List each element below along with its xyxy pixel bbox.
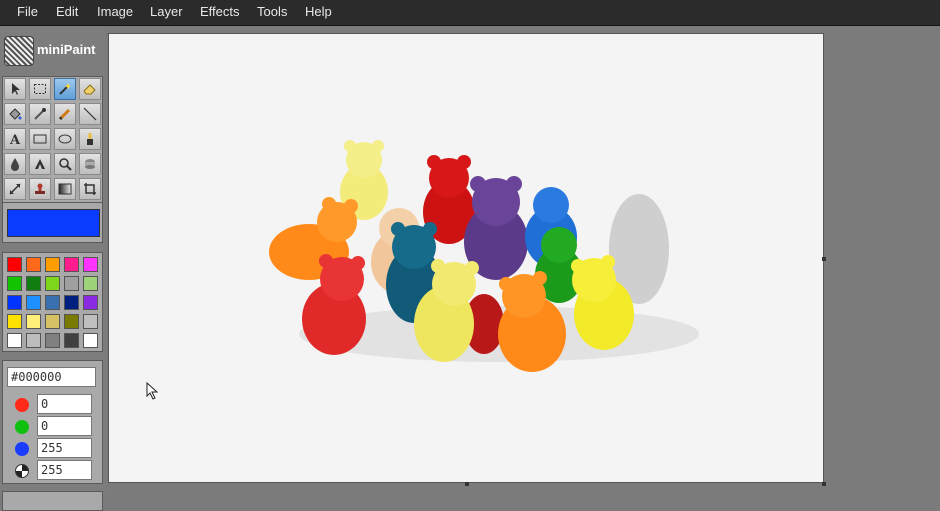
text-tool-button[interactable]: A xyxy=(4,128,26,150)
active-color-swatch[interactable] xyxy=(7,209,100,237)
line-tool-button[interactable] xyxy=(79,103,101,125)
palette-swatch[interactable] xyxy=(26,314,41,329)
eraser-icon xyxy=(83,84,96,95)
canvas-resize-handle-bottom[interactable] xyxy=(465,482,469,486)
menu-effects[interactable]: Effects xyxy=(200,0,240,25)
crop-icon xyxy=(84,183,96,195)
canvas-resize-handle-corner[interactable] xyxy=(822,482,826,486)
brush-tool-button[interactable] xyxy=(79,128,101,150)
palette-swatch[interactable] xyxy=(64,333,79,348)
pencil-icon xyxy=(58,108,71,121)
palette-swatch[interactable] xyxy=(26,257,41,272)
stamp-icon xyxy=(35,183,45,194)
resize-arrows-icon xyxy=(9,183,21,195)
clone-tool-button[interactable] xyxy=(79,153,101,175)
blue-channel-icon xyxy=(15,442,29,456)
palette-swatch[interactable] xyxy=(45,257,60,272)
gradient-icon xyxy=(58,183,72,195)
drop-icon xyxy=(11,158,19,171)
dashed-rectangle-icon xyxy=(34,84,46,94)
palette-swatch[interactable] xyxy=(83,314,98,329)
text-letter-icon: A xyxy=(9,133,21,146)
canvas-resize-handle-right[interactable] xyxy=(822,257,826,261)
brush-icon xyxy=(87,133,93,145)
app-name: miniPaint xyxy=(37,42,96,57)
eraser-tool-button[interactable] xyxy=(79,78,101,100)
green-value-input[interactable] xyxy=(37,416,92,436)
pipette-tool-button[interactable] xyxy=(29,103,51,125)
sharpen-tool-button[interactable] xyxy=(29,153,51,175)
active-color-panel xyxy=(2,202,103,243)
gradient-tool-button[interactable] xyxy=(54,178,76,200)
palette-swatch[interactable] xyxy=(45,276,60,291)
palette-swatch[interactable] xyxy=(83,257,98,272)
drawing-canvas[interactable] xyxy=(108,33,824,483)
blur-tool-button[interactable] xyxy=(4,153,26,175)
menu-bar: File Edit Image Layer Effects Tools Help xyxy=(0,0,940,26)
palette-swatch[interactable] xyxy=(64,314,79,329)
palette-swatch[interactable] xyxy=(64,257,79,272)
palette-swatch[interactable] xyxy=(64,276,79,291)
red-channel-icon xyxy=(15,398,29,412)
magnifier-icon xyxy=(59,158,72,171)
palette-swatch[interactable] xyxy=(45,314,60,329)
palette-swatch[interactable] xyxy=(83,333,98,348)
pipette-icon xyxy=(34,108,46,120)
stamp-tool-button[interactable] xyxy=(29,178,51,200)
pencil-tool-button[interactable] xyxy=(54,103,76,125)
fill-tool-button[interactable] xyxy=(4,103,26,125)
palette-swatch[interactable] xyxy=(83,295,98,310)
green-channel-icon xyxy=(15,420,29,434)
red-value-input[interactable] xyxy=(37,394,92,414)
menu-file[interactable]: File xyxy=(17,0,38,25)
palette-swatch[interactable] xyxy=(64,295,79,310)
palette-swatch[interactable] xyxy=(7,333,22,348)
sidebar: miniPaint A xyxy=(0,26,105,511)
palette-swatch[interactable] xyxy=(7,276,22,291)
mouse-cursor-icon xyxy=(146,382,158,400)
blue-value-input[interactable] xyxy=(37,438,92,458)
menu-layer[interactable]: Layer xyxy=(150,0,183,25)
svg-text:A: A xyxy=(9,133,21,146)
menu-image[interactable]: Image xyxy=(97,0,133,25)
magic-wand-icon xyxy=(59,83,71,95)
menu-edit[interactable]: Edit xyxy=(56,0,78,25)
palette-swatch[interactable] xyxy=(83,276,98,291)
menu-help[interactable]: Help xyxy=(305,0,332,25)
hex-color-input[interactable] xyxy=(7,367,96,387)
rectangle-tool-button[interactable] xyxy=(29,128,51,150)
select-tool-button[interactable] xyxy=(4,78,26,100)
palette-swatch[interactable] xyxy=(26,333,41,348)
app-logo-icon xyxy=(4,36,34,66)
gummy-bears-image xyxy=(269,140,699,372)
sharpen-triangle-icon xyxy=(35,159,45,169)
ellipse-icon xyxy=(58,134,72,144)
palette-swatch[interactable] xyxy=(26,295,41,310)
rectangle-icon xyxy=(33,134,47,144)
magic-wand-tool-button[interactable] xyxy=(54,78,76,100)
clone-stamp-icon xyxy=(85,159,95,169)
cursor-arrow-icon xyxy=(12,83,20,95)
alpha-channel-icon xyxy=(15,464,29,478)
rectangle-select-tool-button[interactable] xyxy=(29,78,51,100)
crop-tool-button[interactable] xyxy=(79,178,101,200)
palette-swatch[interactable] xyxy=(26,276,41,291)
palette-swatch[interactable] xyxy=(7,314,22,329)
color-picker-panel xyxy=(2,360,103,484)
tools-panel: A xyxy=(2,76,103,204)
ellipse-tool-button[interactable] xyxy=(54,128,76,150)
palette-swatch[interactable] xyxy=(7,295,22,310)
line-icon xyxy=(83,107,97,121)
palette-swatch[interactable] xyxy=(45,295,60,310)
paint-bucket-icon xyxy=(9,108,22,120)
zoom-tool-button[interactable] xyxy=(54,153,76,175)
menu-tools[interactable]: Tools xyxy=(257,0,287,25)
palette-panel xyxy=(2,252,103,352)
palette-swatch[interactable] xyxy=(45,333,60,348)
bottom-panel xyxy=(2,491,103,511)
alpha-value-input[interactable] xyxy=(37,460,92,480)
resize-tool-button[interactable] xyxy=(4,178,26,200)
palette-swatch[interactable] xyxy=(7,257,22,272)
